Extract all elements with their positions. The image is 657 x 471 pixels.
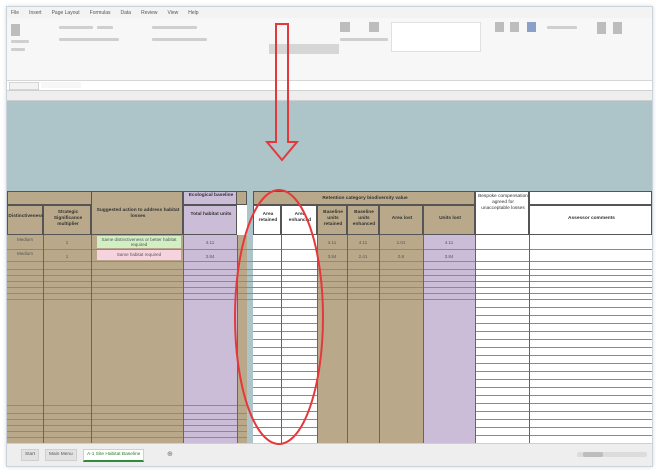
arrow-annotation-icon	[264, 23, 300, 162]
annotation-overlay	[234, 23, 324, 445]
ellipse-annotation-icon	[234, 189, 324, 445]
